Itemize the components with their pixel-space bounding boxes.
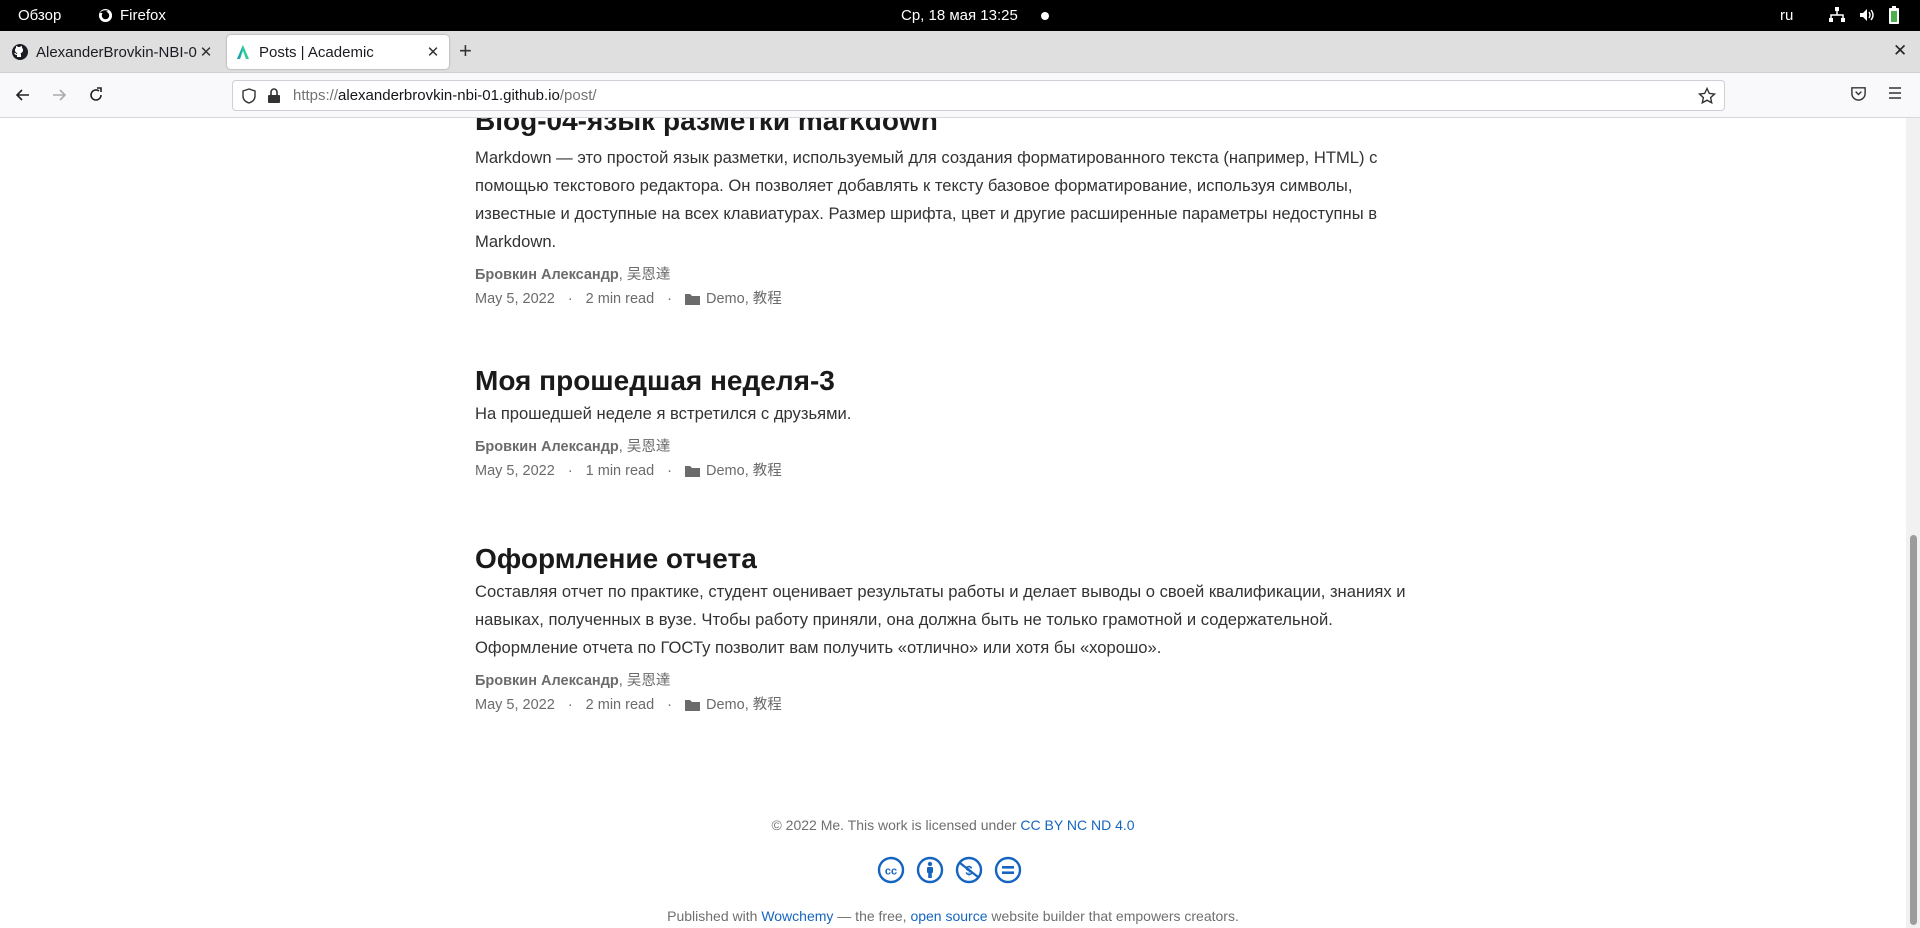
app-menu-button[interactable]	[1887, 85, 1903, 106]
system-tray[interactable]	[1828, 6, 1900, 24]
folder-icon	[685, 294, 701, 305]
folder-icon	[685, 700, 701, 711]
post-meta: May 5, 2022 · 2 min read · Demo, 教程	[475, 696, 782, 714]
url-text: https://alexanderbrovkin-nbi-01.github.i…	[293, 87, 597, 104]
read-time: 2 min read	[585, 291, 655, 307]
network-icon	[1829, 7, 1845, 22]
post-summary: На прошедшей неделе я встретился с друзь…	[475, 404, 852, 423]
post-title[interactable]: Оформление отчета	[475, 542, 1415, 576]
post-authors: Бровкин Александр, 吴恩達	[475, 438, 1415, 456]
license-link[interactable]: CC BY NC ND 4.0	[1020, 817, 1134, 833]
footer-published: Published with Wowchemy — the free, open…	[0, 908, 1906, 924]
close-tab-icon[interactable]: ✕	[198, 43, 214, 61]
author-name[interactable]: Бровкин Александр	[475, 267, 619, 283]
firefox-icon	[98, 8, 113, 23]
post-authors: Бровкин Александр, 吴恩達	[475, 672, 1415, 690]
post-item: Blog-04-язык разметки markdown Markdown …	[475, 118, 1415, 308]
clock[interactable]: Ср, 18 мая 13:25	[901, 7, 1018, 24]
lock-icon[interactable]	[267, 87, 281, 104]
url-host: alexanderbrovkin-nbi-01.github.io	[338, 87, 560, 104]
notification-dot	[1041, 12, 1049, 20]
volume-icon	[1860, 9, 1874, 21]
page-content: Blog-04-язык разметки markdown Markdown …	[0, 118, 1906, 928]
svg-text:cc: cc	[885, 866, 897, 878]
license-icons[interactable]: cc $	[877, 856, 1022, 884]
published-suffix: website builder that empowers creators.	[987, 908, 1239, 924]
app-name: Firefox	[120, 7, 166, 24]
github-icon	[12, 44, 28, 60]
post-title[interactable]: Моя прошедшая неделя-3	[475, 364, 1415, 398]
published-prefix: Published with	[667, 908, 762, 924]
cc-icon: cc	[877, 856, 905, 884]
coauthor-name[interactable]: , 吴恩達	[619, 267, 671, 283]
post-date: May 5, 2022	[475, 291, 555, 307]
post-categories[interactable]: Demo, 教程	[706, 290, 782, 308]
post-meta: May 5, 2022 · 1 min read · Demo, 教程	[475, 462, 782, 480]
close-tab-icon[interactable]: ✕	[425, 43, 441, 61]
navigation-bar: https://alexanderbrovkin-nbi-01.github.i…	[0, 73, 1920, 118]
post-categories[interactable]: Demo, 教程	[706, 462, 782, 480]
post-item: Моя прошедшая неделя-3 На прошедшей неде…	[475, 364, 1415, 480]
post-meta: May 5, 2022 · 2 min read · Demo, 教程	[475, 290, 782, 308]
tab-title: Posts | Academic	[259, 43, 374, 61]
forward-button[interactable]	[48, 84, 70, 106]
author-name[interactable]: Бровкин Александр	[475, 673, 619, 689]
author-name[interactable]: Бровкин Александр	[475, 439, 619, 455]
tab-github[interactable]: AlexanderBrovkin-NBI-01 ✕	[4, 35, 222, 69]
reload-icon	[90, 87, 102, 101]
tracking-protection-icon[interactable]	[241, 87, 257, 104]
post-date: May 5, 2022	[475, 697, 555, 713]
folder-icon	[685, 466, 701, 477]
post-categories[interactable]: Demo, 教程	[706, 696, 782, 714]
url-bar[interactable]: https://alexanderbrovkin-nbi-01.github.i…	[232, 80, 1725, 111]
wowchemy-link[interactable]: Wowchemy	[761, 908, 833, 924]
noncommercial-icon: $	[955, 856, 983, 884]
back-arrow-icon	[15, 89, 29, 101]
read-time: 1 min read	[585, 463, 655, 479]
input-language[interactable]: ru	[1780, 7, 1793, 24]
post-authors: Бровкин Александр, 吴恩達	[475, 266, 1415, 284]
academic-icon	[237, 45, 249, 59]
url-path: /post/	[559, 87, 597, 104]
app-menu[interactable]: Firefox	[98, 7, 166, 24]
forward-arrow-icon	[53, 89, 67, 101]
post-item: Оформление отчета Составляя отчет по пра…	[475, 542, 1415, 714]
coauthor-name[interactable]: , 吴恩達	[619, 439, 671, 455]
tab-title: AlexanderBrovkin-NBI-01	[36, 43, 198, 61]
scrollbar-thumb[interactable]	[1910, 535, 1917, 925]
activities-button[interactable]: Обзор	[18, 7, 61, 24]
url-scheme: https://	[293, 87, 339, 104]
post-summary: Markdown — это простой язык разметки, ис…	[475, 148, 1378, 251]
hamburger-menu-icon	[1889, 87, 1901, 99]
close-window-icon[interactable]: ✕	[1893, 41, 1907, 61]
open-source-link[interactable]: open source	[910, 908, 987, 924]
by-attribution-icon	[916, 856, 944, 884]
pocket-button[interactable]	[1850, 85, 1867, 107]
battery-icon	[1889, 6, 1899, 24]
new-tab-button[interactable]: +	[459, 40, 472, 62]
read-time: 2 min read	[585, 697, 655, 713]
tab-posts-academic[interactable]: Posts | Academic ✕	[227, 35, 449, 69]
system-top-bar: Обзор Firefox Ср, 18 мая 13:25 ru	[0, 0, 1920, 31]
vertical-scrollbar[interactable]	[1906, 118, 1920, 928]
pocket-icon	[1851, 87, 1866, 101]
coauthor-name[interactable]: , 吴恩達	[619, 673, 671, 689]
reload-button[interactable]	[85, 84, 107, 106]
tab-strip: AlexanderBrovkin-NBI-01 ✕ Posts | Academ…	[0, 31, 1920, 73]
post-summary: Составляя отчет по практике, студент оце…	[475, 582, 1406, 657]
post-title[interactable]: Blog-04-язык разметки markdown	[475, 118, 1415, 138]
published-middle: — the free,	[833, 908, 911, 924]
copyright-text: © 2022 Me. This work is licensed under	[771, 817, 1021, 833]
footer-copyright: © 2022 Me. This work is licensed under C…	[0, 817, 1906, 833]
bookmark-star-icon[interactable]	[1698, 87, 1716, 105]
noderivatives-icon	[994, 856, 1022, 884]
back-button[interactable]	[12, 84, 34, 106]
post-date: May 5, 2022	[475, 463, 555, 479]
